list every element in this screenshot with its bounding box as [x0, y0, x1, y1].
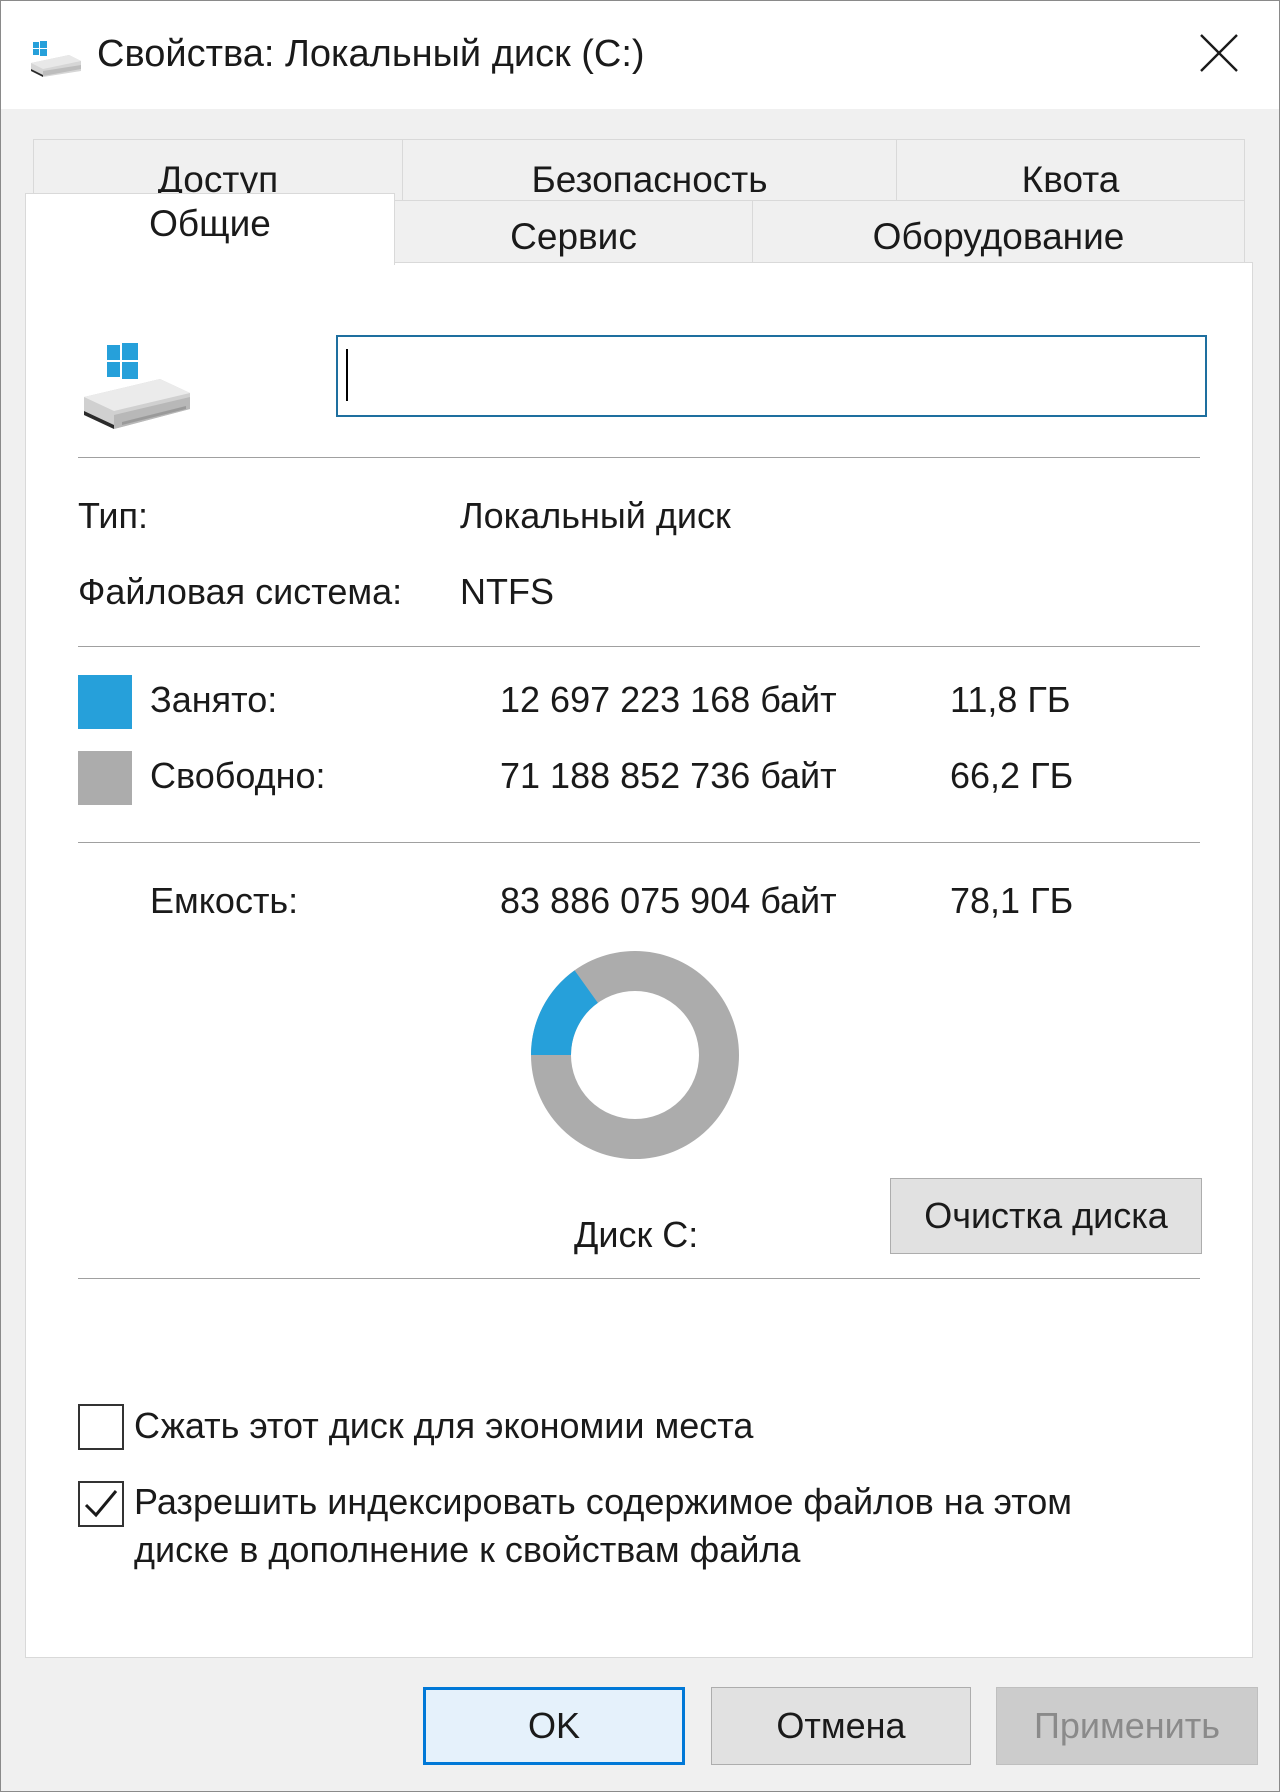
cancel-label: Отмена: [776, 1705, 906, 1746]
close-button[interactable]: [1159, 1, 1279, 105]
disk-cleanup-label: Очистка диска: [924, 1195, 1168, 1236]
used-bytes: 12 697 223 168 байт: [500, 679, 837, 720]
filesystem-value: NTFS: [460, 571, 554, 612]
disk-usage-donut: [531, 951, 739, 1159]
type-label: Тип:: [78, 495, 149, 536]
tab-access[interactable]: Доступ: [33, 139, 403, 201]
drive-icon: [84, 343, 190, 429]
free-space-swatch: [78, 751, 132, 805]
type-value: Локальный диск: [460, 495, 731, 536]
index-label-line1: Разрешить индексировать содержимое файло…: [134, 1481, 1073, 1522]
ok-label: OK: [527, 1705, 580, 1746]
capacity-size: 78,1 ГБ: [950, 880, 1074, 921]
ok-button[interactable]: OK: [423, 1687, 685, 1765]
drive-icon: [31, 41, 81, 77]
free-bytes: 71 188 852 736 байт: [500, 755, 837, 796]
properties-window: Свойства: Локальный диск (C:) Доступ Без…: [0, 0, 1280, 1792]
donut-used-segment: [531, 970, 599, 1056]
general-tab-panel: Тип: Локальный диск Файловая система: NT…: [25, 262, 1253, 1658]
tab-label: Квота: [1021, 158, 1120, 200]
tab-label: Общие: [149, 202, 271, 244]
free-size: 66,2 ГБ: [950, 755, 1074, 796]
capacity-bytes: 83 886 075 904 байт: [500, 880, 837, 921]
cancel-button[interactable]: Отмена: [711, 1687, 971, 1765]
tab-hardware[interactable]: Оборудование: [752, 200, 1245, 263]
filesystem-label: Файловая система:: [78, 571, 403, 612]
used-label: Занято:: [150, 679, 278, 720]
tab-label: Безопасность: [531, 158, 768, 200]
tab-security[interactable]: Безопасность: [402, 139, 897, 201]
volume-name-input[interactable]: [336, 335, 1207, 417]
title-bar: Свойства: Локальный диск (C:): [1, 1, 1279, 109]
compress-checkbox[interactable]: [78, 1404, 124, 1450]
apply-button[interactable]: Применить: [996, 1687, 1258, 1765]
free-label: Свободно:: [150, 755, 326, 796]
index-label-line2: диске в дополнение к свойствам файла: [134, 1529, 801, 1570]
disk-cleanup-button[interactable]: Очистка диска: [890, 1178, 1202, 1254]
tab-general[interactable]: Общие: [25, 193, 395, 265]
compress-label: Сжать этот диск для экономии места: [134, 1405, 754, 1446]
tab-label: Оборудование: [872, 216, 1125, 257]
used-size: 11,8 ГБ: [950, 679, 1071, 720]
index-checkbox[interactable]: [78, 1481, 124, 1527]
divider: [78, 646, 1200, 647]
capacity-label: Емкость:: [150, 880, 299, 921]
divider: [78, 1278, 1200, 1279]
tab-label: Сервис: [510, 216, 637, 257]
divider: [78, 457, 1200, 458]
tab-quota[interactable]: Квота: [896, 139, 1245, 201]
text-caret: [346, 349, 348, 401]
used-space-swatch: [78, 675, 132, 729]
apply-label: Применить: [1033, 1705, 1220, 1746]
divider: [78, 842, 1200, 843]
drive-caption: Диск C:: [574, 1214, 699, 1255]
window-title: Свойства: Локальный диск (C:): [97, 33, 645, 75]
close-icon: [1200, 34, 1238, 72]
tab-tools[interactable]: Сервис: [394, 200, 753, 263]
checkmark-icon: [84, 1490, 118, 1518]
